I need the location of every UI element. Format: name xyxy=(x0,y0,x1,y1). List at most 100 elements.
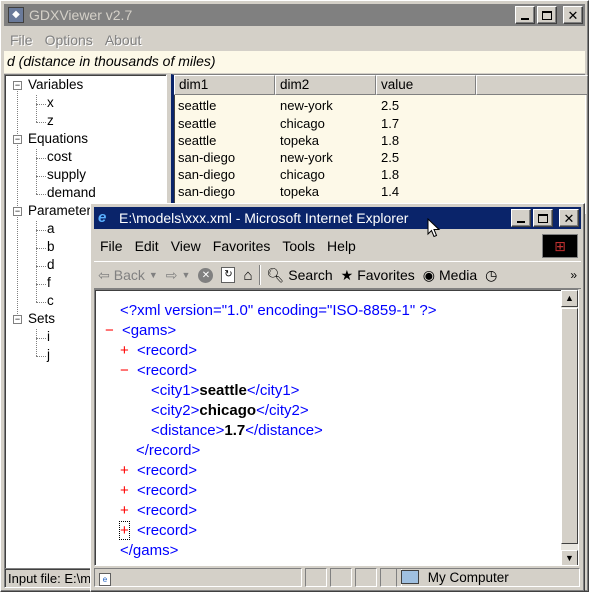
grid-cell[interactable]: 2.5 xyxy=(381,150,399,165)
ie-menubar: File Edit View Favorites Tools Help xyxy=(94,233,581,259)
xml-value-city1: seattle xyxy=(199,382,247,399)
ie-minimize-button[interactable] xyxy=(511,209,531,227)
ie-menu-help[interactable]: Help xyxy=(321,238,362,254)
xml-value-city2: chicago xyxy=(199,402,257,419)
grid-cell[interactable]: 1.4 xyxy=(381,184,399,199)
stop-button[interactable]: ✕ xyxy=(194,267,217,283)
collapse-toggle-equations[interactable]: − xyxy=(13,135,22,144)
media-button[interactable]: ◉ Media xyxy=(419,267,481,284)
tree-line xyxy=(17,89,18,318)
grid-cell[interactable]: chicago xyxy=(280,116,325,131)
forward-button[interactable]: ⇨ ▼ xyxy=(162,267,195,284)
tree-group-equations[interactable]: Equations xyxy=(28,131,88,146)
grid-cell[interactable]: 1.8 xyxy=(381,133,399,148)
tree-item-z[interactable]: z xyxy=(47,113,54,128)
search-button[interactable]: 🔍︎ Search xyxy=(263,267,337,284)
close-icon: ✕ xyxy=(563,210,575,226)
grid-cell[interactable]: seattle xyxy=(178,133,216,148)
ie-menu-tools[interactable]: Tools xyxy=(276,238,321,254)
grid-cell[interactable]: chicago xyxy=(280,167,325,182)
tree-item-x[interactable]: x xyxy=(47,95,54,110)
history-button[interactable]: ◷ xyxy=(481,267,501,284)
tree-item-demand[interactable]: demand xyxy=(47,185,96,200)
menu-file[interactable]: File xyxy=(4,32,39,48)
tree-item-f[interactable]: f xyxy=(47,275,51,290)
tree-line xyxy=(36,95,37,122)
collapse-toggle-parameters[interactable]: − xyxy=(13,207,22,216)
grid-cell[interactable]: new-york xyxy=(280,150,333,165)
tree-item-c[interactable]: c xyxy=(47,293,54,308)
grid-cell[interactable]: seattle xyxy=(178,116,216,131)
grid-cell[interactable]: seattle xyxy=(178,98,216,113)
tree-group-sets[interactable]: Sets xyxy=(28,311,55,326)
menu-options[interactable]: Options xyxy=(39,32,99,48)
collapse-toggle[interactable]: − xyxy=(120,362,129,379)
tree-item-d[interactable]: d xyxy=(47,257,55,272)
media-icon: ◉ xyxy=(422,266,435,283)
menu-about[interactable]: About xyxy=(99,32,148,48)
scroll-up-button[interactable]: ▲ xyxy=(561,290,578,307)
search-icon: 🔍︎ xyxy=(266,266,285,283)
refresh-button[interactable]: ↻ xyxy=(217,267,239,283)
grid-cell[interactable]: topeka xyxy=(280,184,319,199)
favorites-button[interactable]: ★ Favorites xyxy=(337,267,419,284)
collapse-toggle[interactable]: − xyxy=(105,322,114,339)
grid-cell[interactable]: san-diego xyxy=(178,167,235,182)
grid-header-dim1[interactable]: dim1 xyxy=(174,75,275,95)
tree-item-j[interactable]: j xyxy=(47,347,50,362)
grid-cell[interactable]: 1.7 xyxy=(381,116,399,131)
expand-toggle[interactable]: + xyxy=(120,482,129,499)
back-button[interactable]: ⇦ Back ▼ xyxy=(94,267,162,284)
grid-cell[interactable]: 2.5 xyxy=(381,98,399,113)
close-button[interactable]: ✕ xyxy=(563,6,583,24)
refresh-icon: ↻ xyxy=(221,267,236,283)
scroll-down-button[interactable]: ▼ xyxy=(561,550,578,565)
expand-toggle[interactable]: + xyxy=(120,462,129,479)
collapse-toggle-sets[interactable]: − xyxy=(13,315,22,324)
ie-menu-view[interactable]: View xyxy=(165,238,207,254)
grid-cell[interactable]: new-york xyxy=(280,98,333,113)
maximize-button[interactable] xyxy=(537,6,557,24)
ie-titlebar[interactable]: e E:\models\xxx.xml - Microsoft Internet… xyxy=(94,207,581,229)
toolbar-overflow-chevron[interactable]: » xyxy=(566,268,581,282)
grid-header-empty xyxy=(476,75,588,95)
tree-item-b[interactable]: b xyxy=(47,239,55,254)
collapse-toggle-variables[interactable]: − xyxy=(13,81,22,90)
ie-window-title: E:\models\xxx.xml - Microsoft Internet E… xyxy=(119,210,409,226)
home-button[interactable]: ⌂ xyxy=(239,267,256,284)
stop-icon: ✕ xyxy=(198,267,214,283)
grid-header-value[interactable]: value xyxy=(376,75,476,95)
tree-item-i[interactable]: i xyxy=(47,329,50,344)
expand-toggle[interactable]: + xyxy=(119,521,130,540)
tree-line xyxy=(36,338,46,339)
scroll-thumb[interactable] xyxy=(561,308,578,544)
grid-cell[interactable]: 1.8 xyxy=(381,167,399,182)
history-icon: ◷ xyxy=(485,266,498,283)
tree-line xyxy=(36,248,46,249)
gdx-titlebar[interactable]: ◆ GDXViewer v2.7 ✕ xyxy=(4,4,585,26)
ie-menu-edit[interactable]: Edit xyxy=(129,238,165,254)
expand-toggle[interactable]: + xyxy=(120,502,129,519)
ie-close-button[interactable]: ✕ xyxy=(559,209,579,227)
tree-line xyxy=(36,149,37,194)
tree-group-parameters[interactable]: Parameters xyxy=(28,203,98,218)
ie-menu-file[interactable]: File xyxy=(94,238,129,254)
data-grid[interactable]: dim1 dim2 value seattle new-york 2.5 sea… xyxy=(171,74,588,214)
grid-header-dim2[interactable]: dim2 xyxy=(275,75,376,95)
tree-item-cost[interactable]: cost xyxy=(47,149,72,164)
grid-cell[interactable]: san-diego xyxy=(178,184,235,199)
xml-tag: </city2> xyxy=(256,402,309,419)
tree-item-a[interactable]: a xyxy=(47,221,55,236)
xml-tag: <city1> xyxy=(151,382,200,399)
ie-maximize-button[interactable] xyxy=(533,209,553,227)
grid-cell[interactable]: san-diego xyxy=(178,150,235,165)
expand-toggle[interactable]: + xyxy=(120,342,129,359)
ie-content-area[interactable]: <?xml version="1.0" encoding="ISO-8859-1… xyxy=(94,289,579,566)
tree-group-variables[interactable]: Variables xyxy=(28,77,83,92)
grid-cell[interactable]: topeka xyxy=(280,133,319,148)
ie-toolbar: ⇦ Back ▼ ⇨ ▼ ✕ ↻ ⌂ 🔍︎ Search ★ Favorites… xyxy=(94,261,581,289)
tree-item-supply[interactable]: supply xyxy=(47,167,86,182)
ie-menu-favorites[interactable]: Favorites xyxy=(207,238,277,254)
vertical-scrollbar[interactable]: ▲ ▼ xyxy=(561,290,578,565)
minimize-button[interactable] xyxy=(515,6,535,24)
